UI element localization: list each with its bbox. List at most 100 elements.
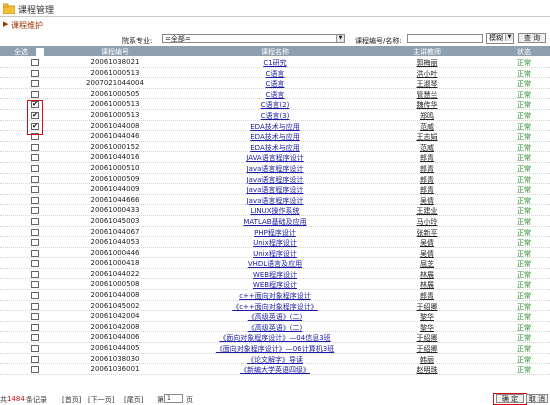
row-checkbox[interactable] xyxy=(31,69,39,77)
teacher-link[interactable]: 于绍卿 xyxy=(396,302,458,312)
course-no: 20061000446 xyxy=(90,248,140,257)
page-select[interactable]: 1 xyxy=(164,394,183,403)
teacher-link[interactable]: 郎青 xyxy=(396,153,458,163)
teacher-link[interactable]: 郭梅丽 xyxy=(396,58,458,68)
teacher-link[interactable]: 韩丽 xyxy=(396,355,458,365)
course-name-link[interactable]: PHP程序设计 xyxy=(190,228,360,238)
teacher-link[interactable]: 黎华 xyxy=(396,312,458,322)
row-checkbox[interactable] xyxy=(31,313,39,321)
teacher-link[interactable]: 王建业 xyxy=(396,206,458,216)
course-name-link[interactable]: C语言 xyxy=(190,69,360,79)
table-row: 20061000418 VHDL语言及应用 屈芝 正常 xyxy=(0,258,550,269)
course-name-link[interactable]: JAVA语言程序设计 xyxy=(190,153,360,163)
course-name-link[interactable]: EDA技术与应用 xyxy=(190,143,360,153)
row-checkbox[interactable] xyxy=(31,80,39,88)
course-no: 20061044067 xyxy=(90,227,140,236)
row-checkbox[interactable] xyxy=(31,366,39,374)
row-checkbox[interactable] xyxy=(31,154,39,162)
course-name-link[interactable]: C语言(2) xyxy=(190,100,360,110)
row-checkbox[interactable] xyxy=(31,249,39,257)
row-checkbox[interactable] xyxy=(31,143,39,151)
course-name-link[interactable]: 《面向对象程序设计》—04信息3班 xyxy=(190,333,360,343)
row-checkbox[interactable] xyxy=(31,302,39,310)
row-checkbox[interactable] xyxy=(31,228,39,236)
teacher-link[interactable]: 范威 xyxy=(396,122,458,132)
row-checkbox[interactable] xyxy=(31,292,39,300)
teacher-link[interactable]: 林展 xyxy=(396,280,458,290)
query-button[interactable]: 查 询 xyxy=(518,33,546,43)
course-name-link[interactable]: 《论文解字》导读 xyxy=(190,355,360,365)
teacher-link[interactable]: 范威 xyxy=(396,143,458,153)
course-name-link[interactable]: 《新编大学英语四级》 xyxy=(190,365,360,375)
teacher-link[interactable]: 马小玲 xyxy=(396,217,458,227)
row-checkbox[interactable] xyxy=(31,281,39,289)
course-name-link[interactable]: WEB程序设计 xyxy=(190,270,360,280)
course-name-link[interactable]: C语言 xyxy=(190,79,360,89)
teacher-link[interactable]: 魏传华 xyxy=(396,100,458,110)
row-checkbox[interactable] xyxy=(31,175,39,183)
teacher-link[interactable]: 王志娟 xyxy=(396,132,458,142)
course-name-link[interactable]: 《高级英语》(二) xyxy=(190,312,360,322)
teacher-link[interactable]: 吴倩 xyxy=(396,238,458,248)
course-name-link[interactable]: WEB程序设计 xyxy=(190,280,360,290)
course-name-link[interactable]: EDA技术与应用 xyxy=(190,122,360,132)
teacher-link[interactable]: 吴倩 xyxy=(396,249,458,259)
teacher-link[interactable]: 吴倩 xyxy=(396,196,458,206)
row-checkbox[interactable] xyxy=(31,186,39,194)
course-name-link[interactable]: EDA技术与应用 xyxy=(190,132,360,142)
course-name-link[interactable]: 《c++面向对象程序设计》 xyxy=(190,302,360,312)
course-no: 20061044053 xyxy=(90,238,140,247)
status-text: 正常 xyxy=(517,186,531,195)
course-name-link[interactable]: 《高级英语》(二) xyxy=(190,323,360,333)
teacher-link[interactable]: 郎青 xyxy=(396,291,458,301)
teacher-link[interactable]: 于绍卿 xyxy=(396,344,458,354)
course-name-link[interactable]: c++面向对象程序设计 xyxy=(190,291,360,301)
row-checkbox[interactable] xyxy=(31,59,39,66)
row-checkbox[interactable] xyxy=(31,260,39,268)
course-search-input[interactable] xyxy=(407,34,483,43)
teacher-link[interactable]: 管慧兰 xyxy=(396,90,458,100)
teacher-link[interactable]: 于绍卿 xyxy=(396,333,458,343)
teacher-link[interactable]: 张新平 xyxy=(396,228,458,238)
teacher-link[interactable]: 郎青 xyxy=(396,185,458,195)
teacher-link[interactable]: 王淑琴 xyxy=(396,79,458,89)
match-mode-select[interactable]: 模糊 ▼ xyxy=(486,33,514,44)
course-name-link[interactable]: Unix程序设计 xyxy=(190,249,360,259)
course-name-link[interactable]: C语言 xyxy=(190,90,360,100)
row-checkbox[interactable] xyxy=(31,239,39,247)
row-checkbox[interactable] xyxy=(31,355,39,363)
teacher-link[interactable]: 黎华 xyxy=(396,323,458,333)
row-checkbox[interactable] xyxy=(31,334,39,342)
row-checkbox[interactable] xyxy=(31,207,39,215)
status-text: 正常 xyxy=(517,175,531,184)
row-checkbox[interactable] xyxy=(31,90,39,98)
row-checkbox[interactable] xyxy=(31,345,39,353)
course-name-link[interactable]: Java语言程序设计 xyxy=(190,164,360,174)
course-name-link[interactable]: MATLAB基础及应用 xyxy=(190,217,360,227)
course-name-link[interactable]: LINUX操作系统 xyxy=(190,206,360,216)
teacher-link[interactable]: 屈芝 xyxy=(396,259,458,269)
select-all-checkbox[interactable] xyxy=(36,48,44,56)
course-name-link[interactable]: 《面向对象程序设计》—06计算机3班 xyxy=(190,344,360,354)
course-name-link[interactable]: C语言(3) xyxy=(190,111,360,121)
course-name-link[interactable]: Java语言程序设计 xyxy=(190,196,360,206)
course-name-link[interactable]: VHDL语言及应用 xyxy=(190,259,360,269)
row-checkbox[interactable] xyxy=(31,217,39,225)
teacher-link[interactable]: 赵明珠 xyxy=(396,365,458,375)
teacher-link[interactable]: 郎青 xyxy=(396,175,458,185)
ok-button[interactable]: 确 定 xyxy=(496,394,524,403)
course-name-link[interactable]: Unix程序设计 xyxy=(190,238,360,248)
teacher-link[interactable]: 郑鸣 xyxy=(396,111,458,121)
teacher-link[interactable]: 林展 xyxy=(396,270,458,280)
major-select[interactable]: =全部= ▼ xyxy=(162,34,345,43)
row-checkbox[interactable] xyxy=(31,323,39,331)
row-checkbox[interactable] xyxy=(31,196,39,204)
row-checkbox[interactable] xyxy=(31,270,39,278)
course-name-link[interactable]: C1研究 xyxy=(190,58,360,68)
course-name-link[interactable]: Java语言程序设计 xyxy=(190,175,360,185)
row-checkbox[interactable] xyxy=(31,164,39,172)
cancel-button[interactable]: 取 消 xyxy=(526,394,548,403)
course-name-link[interactable]: Java语言程序设计 xyxy=(190,185,360,195)
teacher-link[interactable]: 郎青 xyxy=(396,164,458,174)
teacher-link[interactable]: 洪小叶 xyxy=(396,69,458,79)
